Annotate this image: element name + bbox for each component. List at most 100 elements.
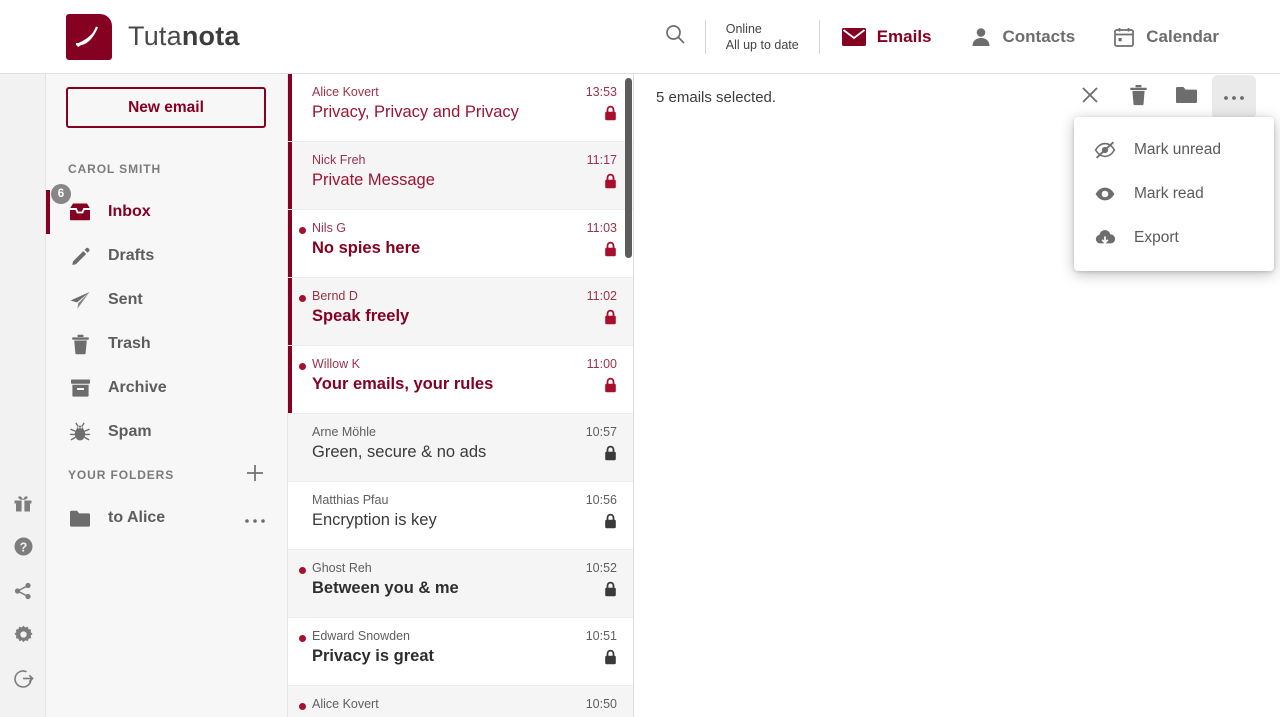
tutanota-app: Tutanota Online All up to date Emails Co…	[0, 0, 1280, 717]
logout-button[interactable]	[0, 659, 46, 703]
sidebar-item-sent-label: Sent	[108, 291, 143, 308]
gift-button[interactable]	[0, 483, 46, 527]
sidebar-item-sent[interactable]: Sent	[46, 278, 288, 322]
move-to-folder-button[interactable]	[1164, 75, 1208, 119]
sidebar-item-to-alice[interactable]: to Alice	[46, 496, 288, 540]
lock-icon	[604, 377, 617, 393]
send-icon	[68, 290, 92, 311]
email-list-item[interactable]: Bernd D 11:02 Speak freely	[288, 278, 633, 346]
nav-tab-emails[interactable]: Emails	[826, 27, 948, 47]
email-list-item[interactable]: Arne Möhle 10:57 Green, secure & no ads	[288, 414, 633, 482]
email-row-top: Bernd D 11:02	[312, 289, 617, 303]
email-list-item[interactable]: Nick Freh 11:17 Private Message	[288, 142, 633, 210]
lock-icon	[604, 649, 617, 665]
search-icon	[663, 22, 687, 51]
menu-item-mark-unread[interactable]: Mark unread	[1074, 128, 1274, 172]
email-list-item[interactable]: Matthias Pfau 10:56 Encryption is key	[288, 482, 633, 550]
search-button[interactable]	[645, 22, 705, 51]
folder-more-button[interactable]	[244, 513, 266, 524]
sidebar-item-spam[interactable]: Spam	[46, 410, 288, 454]
email-list-item[interactable]: Alice Kovert 13:53 Privacy, Privacy and Pr…	[288, 74, 633, 142]
inbox-unread-badge: 6	[51, 184, 71, 204]
header-divider-2	[818, 19, 820, 54]
settings-button[interactable]	[0, 615, 46, 659]
sidebar-item-archive-label: Archive	[108, 379, 167, 396]
main-pane: 5 emails selected. Mark unread Mark read…	[634, 74, 1280, 717]
nav-tab-calendar[interactable]: Calendar	[1097, 26, 1235, 48]
account-label: CAROL SMITH	[68, 162, 162, 176]
add-folder-button[interactable]	[244, 462, 266, 489]
lock-icon	[604, 173, 617, 189]
email-row-bottom: No spies here	[312, 239, 617, 258]
email-subject: Privacy is great	[312, 647, 434, 665]
menu-item-export[interactable]: Export	[1074, 216, 1274, 260]
menu-item-mark-read[interactable]: Mark read	[1074, 172, 1274, 216]
email-row-bottom: Between you & me	[312, 579, 617, 598]
close-selection-button[interactable]	[1068, 75, 1112, 119]
sidebar-item-drafts[interactable]: Drafts	[46, 234, 288, 278]
unread-dot	[299, 703, 306, 710]
logo[interactable]: Tutanota	[66, 13, 240, 60]
email-time: 10:52	[585, 561, 617, 575]
nav-tab-emails-label: Emails	[876, 26, 932, 46]
trash-icon	[1129, 84, 1148, 111]
sidebar: New email CAROL SMITH 6 Inbox Drafts Sen…	[46, 74, 288, 717]
email-time: 13:53	[585, 85, 617, 99]
email-row-bottom: Encryption is key	[312, 511, 617, 530]
sidebar-item-trash-label: Trash	[108, 335, 151, 352]
email-row-top: Alice Kovert 10:50	[312, 697, 617, 711]
logo-text: Tutanota	[128, 21, 240, 52]
app-header: Tutanota Online All up to date Emails Co…	[0, 0, 1280, 74]
email-row-top: Nils G 11:03	[312, 221, 617, 235]
help-button[interactable]: ?	[0, 527, 46, 571]
gift-icon	[13, 493, 33, 518]
delete-button[interactable]	[1116, 75, 1160, 119]
logo-text-light: Tuta	[128, 21, 182, 51]
folder-list: CAROL SMITH 6 Inbox Drafts Sent Trash Ar…	[46, 156, 288, 540]
sidebar-item-drafts-label: Drafts	[108, 247, 155, 264]
eye-off-icon	[1094, 141, 1116, 159]
selection-toolbar: 5 emails selected.	[634, 74, 1280, 120]
inbox-icon	[68, 202, 92, 222]
sidebar-item-archive[interactable]: Archive	[46, 366, 288, 410]
email-time: 11:17	[586, 153, 617, 167]
email-time: 11:03	[586, 221, 617, 235]
person-icon	[970, 26, 992, 48]
email-list-item[interactable]: Willow K 11:00 Your emails, your rules	[288, 346, 633, 414]
email-row-bottom: Privacy is great	[312, 647, 617, 666]
email-list-item[interactable]: Nils G 11:03 No spies here	[288, 210, 633, 278]
share-button[interactable]	[0, 571, 46, 615]
email-time: 10:51	[585, 629, 617, 643]
email-subject: Encryption is key	[312, 511, 437, 529]
email-sender: Willow K	[312, 357, 360, 371]
lock-icon	[604, 445, 617, 461]
email-row-top: Matthias Pfau 10:56	[312, 493, 617, 507]
email-list[interactable]: Alice Kovert 13:53 Privacy, Privacy and Pr…	[288, 74, 634, 717]
sidebar-item-trash[interactable]: Trash	[46, 322, 288, 366]
email-list-item[interactable]: Ghost Reh 10:52 Between you & me	[288, 550, 633, 618]
unread-dot	[299, 227, 306, 234]
email-list-item[interactable]: Edward Snowden 10:51 Privacy is great	[288, 618, 633, 686]
sidebar-item-to-alice-label: to Alice	[108, 509, 166, 526]
email-row-bottom: Your emails, your rules	[312, 375, 617, 394]
email-list-item[interactable]: Alice Kovert 10:50	[288, 686, 633, 717]
svg-text:?: ?	[19, 540, 27, 554]
email-sender: Arne Möhle	[312, 425, 376, 439]
sidebar-item-inbox-label: Inbox	[108, 203, 151, 220]
folder-icon	[68, 509, 92, 528]
icon-rail: ?	[0, 74, 46, 717]
more-actions-button[interactable]	[1212, 75, 1256, 119]
sidebar-item-inbox[interactable]: 6 Inbox	[46, 184, 288, 234]
email-subject: Privacy, Privacy and Privacy	[312, 103, 519, 121]
folder-icon	[1175, 85, 1198, 110]
nav-tab-contacts[interactable]: Contacts	[954, 26, 1092, 48]
unread-dot	[299, 567, 306, 574]
more-actions-dropdown: Mark unread Mark read Export	[1074, 117, 1274, 271]
your-folders-header: YOUR FOLDERS	[46, 454, 288, 496]
email-sender: Nick Freh	[312, 153, 366, 167]
help-icon: ?	[13, 536, 34, 562]
email-subject: Speak freely	[312, 307, 410, 325]
email-list-scrollbar[interactable]	[625, 78, 632, 258]
new-email-button[interactable]: New email	[66, 87, 266, 128]
lock-icon	[604, 513, 617, 529]
